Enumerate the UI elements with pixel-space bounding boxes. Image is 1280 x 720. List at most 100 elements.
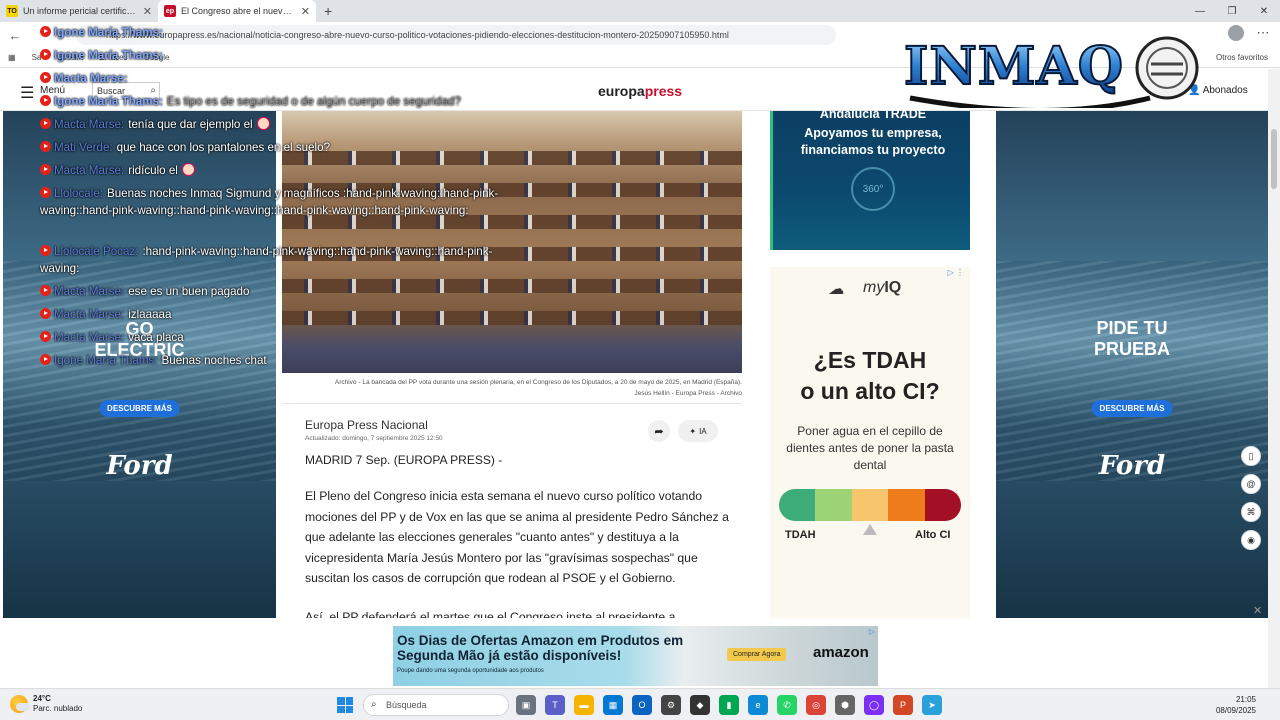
- myiq-ad[interactable]: ▷ ⋮ ☁ myIQ ¿Es TDAH o un alto CI? Poner …: [770, 267, 970, 618]
- chat-text: vaca placa: [128, 331, 184, 344]
- amazon-logo: amazon: [813, 644, 869, 661]
- app-icon[interactable]: ◆: [690, 695, 710, 715]
- bookmarks-grid-icon[interactable]: ▦: [8, 53, 16, 62]
- headline-line: o un alto CI?: [800, 378, 940, 404]
- ia-label: IA: [699, 426, 707, 436]
- youtube-icon: [40, 49, 51, 60]
- adchoices-icon[interactable]: ▷ ⋮: [948, 268, 964, 277]
- reader-icon[interactable]: ▯: [1241, 446, 1261, 466]
- chat-text: Buenas noches Inmaq Sigmund y magníficos…: [40, 187, 499, 217]
- chat-message: Macta Marse: ridículo el: [40, 162, 195, 179]
- right-skyscraper-ad[interactable]: PIDE TU PRUEBA DESCUBRE MÁS Ford: [996, 111, 1268, 618]
- ad-subtext: Poupe dando uma segunda oportunidade aos…: [397, 668, 544, 674]
- chat-author[interactable]: Macta Marse:: [54, 285, 124, 298]
- chat-author[interactable]: Macta Marse:: [54, 118, 124, 131]
- more-options-icon[interactable]: ⋯: [1254, 25, 1272, 41]
- taskbar-search[interactable]: ⌕ Búsqueda: [363, 694, 509, 716]
- svg-text:INMAQ: INMAQ: [904, 36, 1124, 97]
- back-icon[interactable]: ←: [6, 28, 24, 43]
- app-icon[interactable]: ⬢: [835, 695, 855, 715]
- chat-author[interactable]: Igone María Thams:: [54, 49, 163, 62]
- site-logo[interactable]: europapress: [598, 83, 682, 99]
- search-icon: ⌕: [371, 699, 377, 710]
- andalucia-trade-ad[interactable]: Andalucía TRADE Apoyamos tu empresa, fin…: [770, 107, 970, 250]
- whatsapp-icon[interactable]: ✆: [777, 695, 797, 715]
- outlook-icon[interactable]: O: [632, 695, 652, 715]
- file-explorer-icon[interactable]: ▬: [574, 695, 594, 715]
- app-icon[interactable]: ▮: [719, 695, 739, 715]
- minimize-icon[interactable]: —: [1184, 0, 1216, 22]
- search-label: Búsqueda: [386, 700, 427, 710]
- chat-author[interactable]: Macta Marse:: [54, 331, 124, 344]
- share-button[interactable]: ➦: [648, 420, 670, 442]
- floating-tools: ▯ @ ⌘ ◉: [1241, 446, 1263, 550]
- right-column: Andalucía TRADE Apoyamos tu empresa, fin…: [770, 107, 996, 618]
- tab-congreso[interactable]: ep El Congreso abre el nuevo curso ✕: [158, 0, 316, 22]
- close-window-icon[interactable]: ✕: [1248, 0, 1280, 22]
- page-scrollbar[interactable]: [1268, 69, 1280, 688]
- chat-text: ridículo el: [128, 164, 178, 177]
- youtube-icon: [40, 285, 51, 296]
- ad-text: financiamos tu proyecto: [800, 143, 946, 157]
- temperature: 24°C: [33, 694, 51, 703]
- buy-now-button[interactable]: Comprar Agora: [727, 648, 787, 661]
- sparkle-icon: ✦: [689, 426, 697, 436]
- powerpoint-icon[interactable]: P: [893, 695, 913, 715]
- discover-more-button[interactable]: DESCUBRE MÁS: [1091, 400, 1173, 417]
- chat-author[interactable]: Llolocale:: [54, 187, 103, 200]
- settings-icon[interactable]: ⚙: [661, 695, 681, 715]
- tab-informe[interactable]: TO Un informe pericial certifica que ✕: [0, 0, 158, 22]
- hamburger-icon[interactable]: ☰: [20, 83, 34, 103]
- at-icon[interactable]: @: [1241, 474, 1261, 494]
- close-ad-icon[interactable]: ✕: [1253, 604, 1262, 617]
- teams-icon[interactable]: T: [545, 695, 565, 715]
- chat-author[interactable]: Macta Marse:: [54, 72, 127, 85]
- assistant-icon[interactable]: ◉: [1241, 530, 1261, 550]
- ad-title: Os Dias de Ofertas Amazon em Produtos em…: [397, 633, 684, 663]
- other-bookmarks[interactable]: Otros favoritos: [1216, 53, 1268, 62]
- chat-author[interactable]: Macta Marse:: [54, 308, 124, 321]
- chat-author[interactable]: Igone María Thams:: [54, 95, 163, 108]
- scrollbar-thumb[interactable]: [1271, 129, 1277, 189]
- favicon-icon: TO: [6, 5, 18, 17]
- bench-row: [282, 151, 742, 165]
- amazon-banner-ad[interactable]: Os Dias de Ofertas Amazon em Produtos em…: [393, 626, 878, 686]
- chat-author[interactable]: Llolocale Pocaz:: [54, 245, 138, 258]
- edge-icon[interactable]: e: [748, 695, 768, 715]
- discover-more-button[interactable]: DESCUBRE MÁS: [99, 400, 180, 417]
- chat-author[interactable]: Igone María Thams:: [54, 354, 158, 367]
- chrome-icon[interactable]: ◎: [806, 695, 826, 715]
- command-icon[interactable]: ⌘: [1241, 502, 1261, 522]
- adchoices-icon[interactable]: ▷: [869, 627, 875, 636]
- chat-message: Igone María Thams:: [40, 47, 167, 64]
- chat-message: Macta Marse: tenía que dar ejemplo el: [40, 116, 270, 133]
- task-view-icon[interactable]: ▣: [516, 695, 536, 715]
- article-photo[interactable]: [282, 111, 742, 373]
- store-icon[interactable]: ▦: [603, 695, 623, 715]
- telegram-icon[interactable]: ➤: [922, 695, 942, 715]
- chat-message: Llolocale Pocaz::hand-pink-waving::hand-…: [40, 243, 502, 277]
- chat-message: Macta Marse: ese es un buen pagado: [40, 283, 249, 300]
- start-button[interactable]: [337, 697, 353, 713]
- article-author[interactable]: Europa Press Nacional: [305, 418, 428, 432]
- address-bar[interactable]: https://www.europapress.es/nacional/noti…: [76, 25, 836, 45]
- new-tab-button[interactable]: +: [316, 0, 340, 22]
- clock-time: 21:05: [1235, 695, 1256, 704]
- chat-author[interactable]: Mati Verde:: [54, 141, 113, 154]
- close-tab-icon[interactable]: ✕: [143, 5, 152, 18]
- system-clock[interactable]: 21:05 08/09/2025: [1216, 694, 1256, 716]
- chat-author[interactable]: Macta Marse:: [54, 164, 124, 177]
- ia-button[interactable]: ✦ IA: [678, 420, 718, 442]
- maximize-icon[interactable]: ❐: [1216, 0, 1248, 22]
- weather-widget[interactable]: 24°C Parc. nublado: [10, 694, 82, 714]
- chat-text: tenía que dar ejemplo el: [128, 118, 253, 131]
- pinned-apps: ▣ T ▬ ▦ O ⚙ ◆ ▮ e ✆ ◎ ⬢ ◯ P ➤: [516, 695, 942, 715]
- youtube-icon: [40, 308, 51, 319]
- youtube-icon: [40, 331, 51, 342]
- app-icon[interactable]: ◯: [864, 695, 884, 715]
- close-tab-icon[interactable]: ✕: [301, 5, 310, 18]
- profile-avatar[interactable]: [1228, 25, 1244, 41]
- chat-text: que hace con los pantalones en el suelo?: [116, 141, 331, 154]
- chat-author[interactable]: Igone María Thams:: [54, 26, 163, 39]
- ad-headline: ¿Es TDAH o un alto CI?: [770, 345, 970, 407]
